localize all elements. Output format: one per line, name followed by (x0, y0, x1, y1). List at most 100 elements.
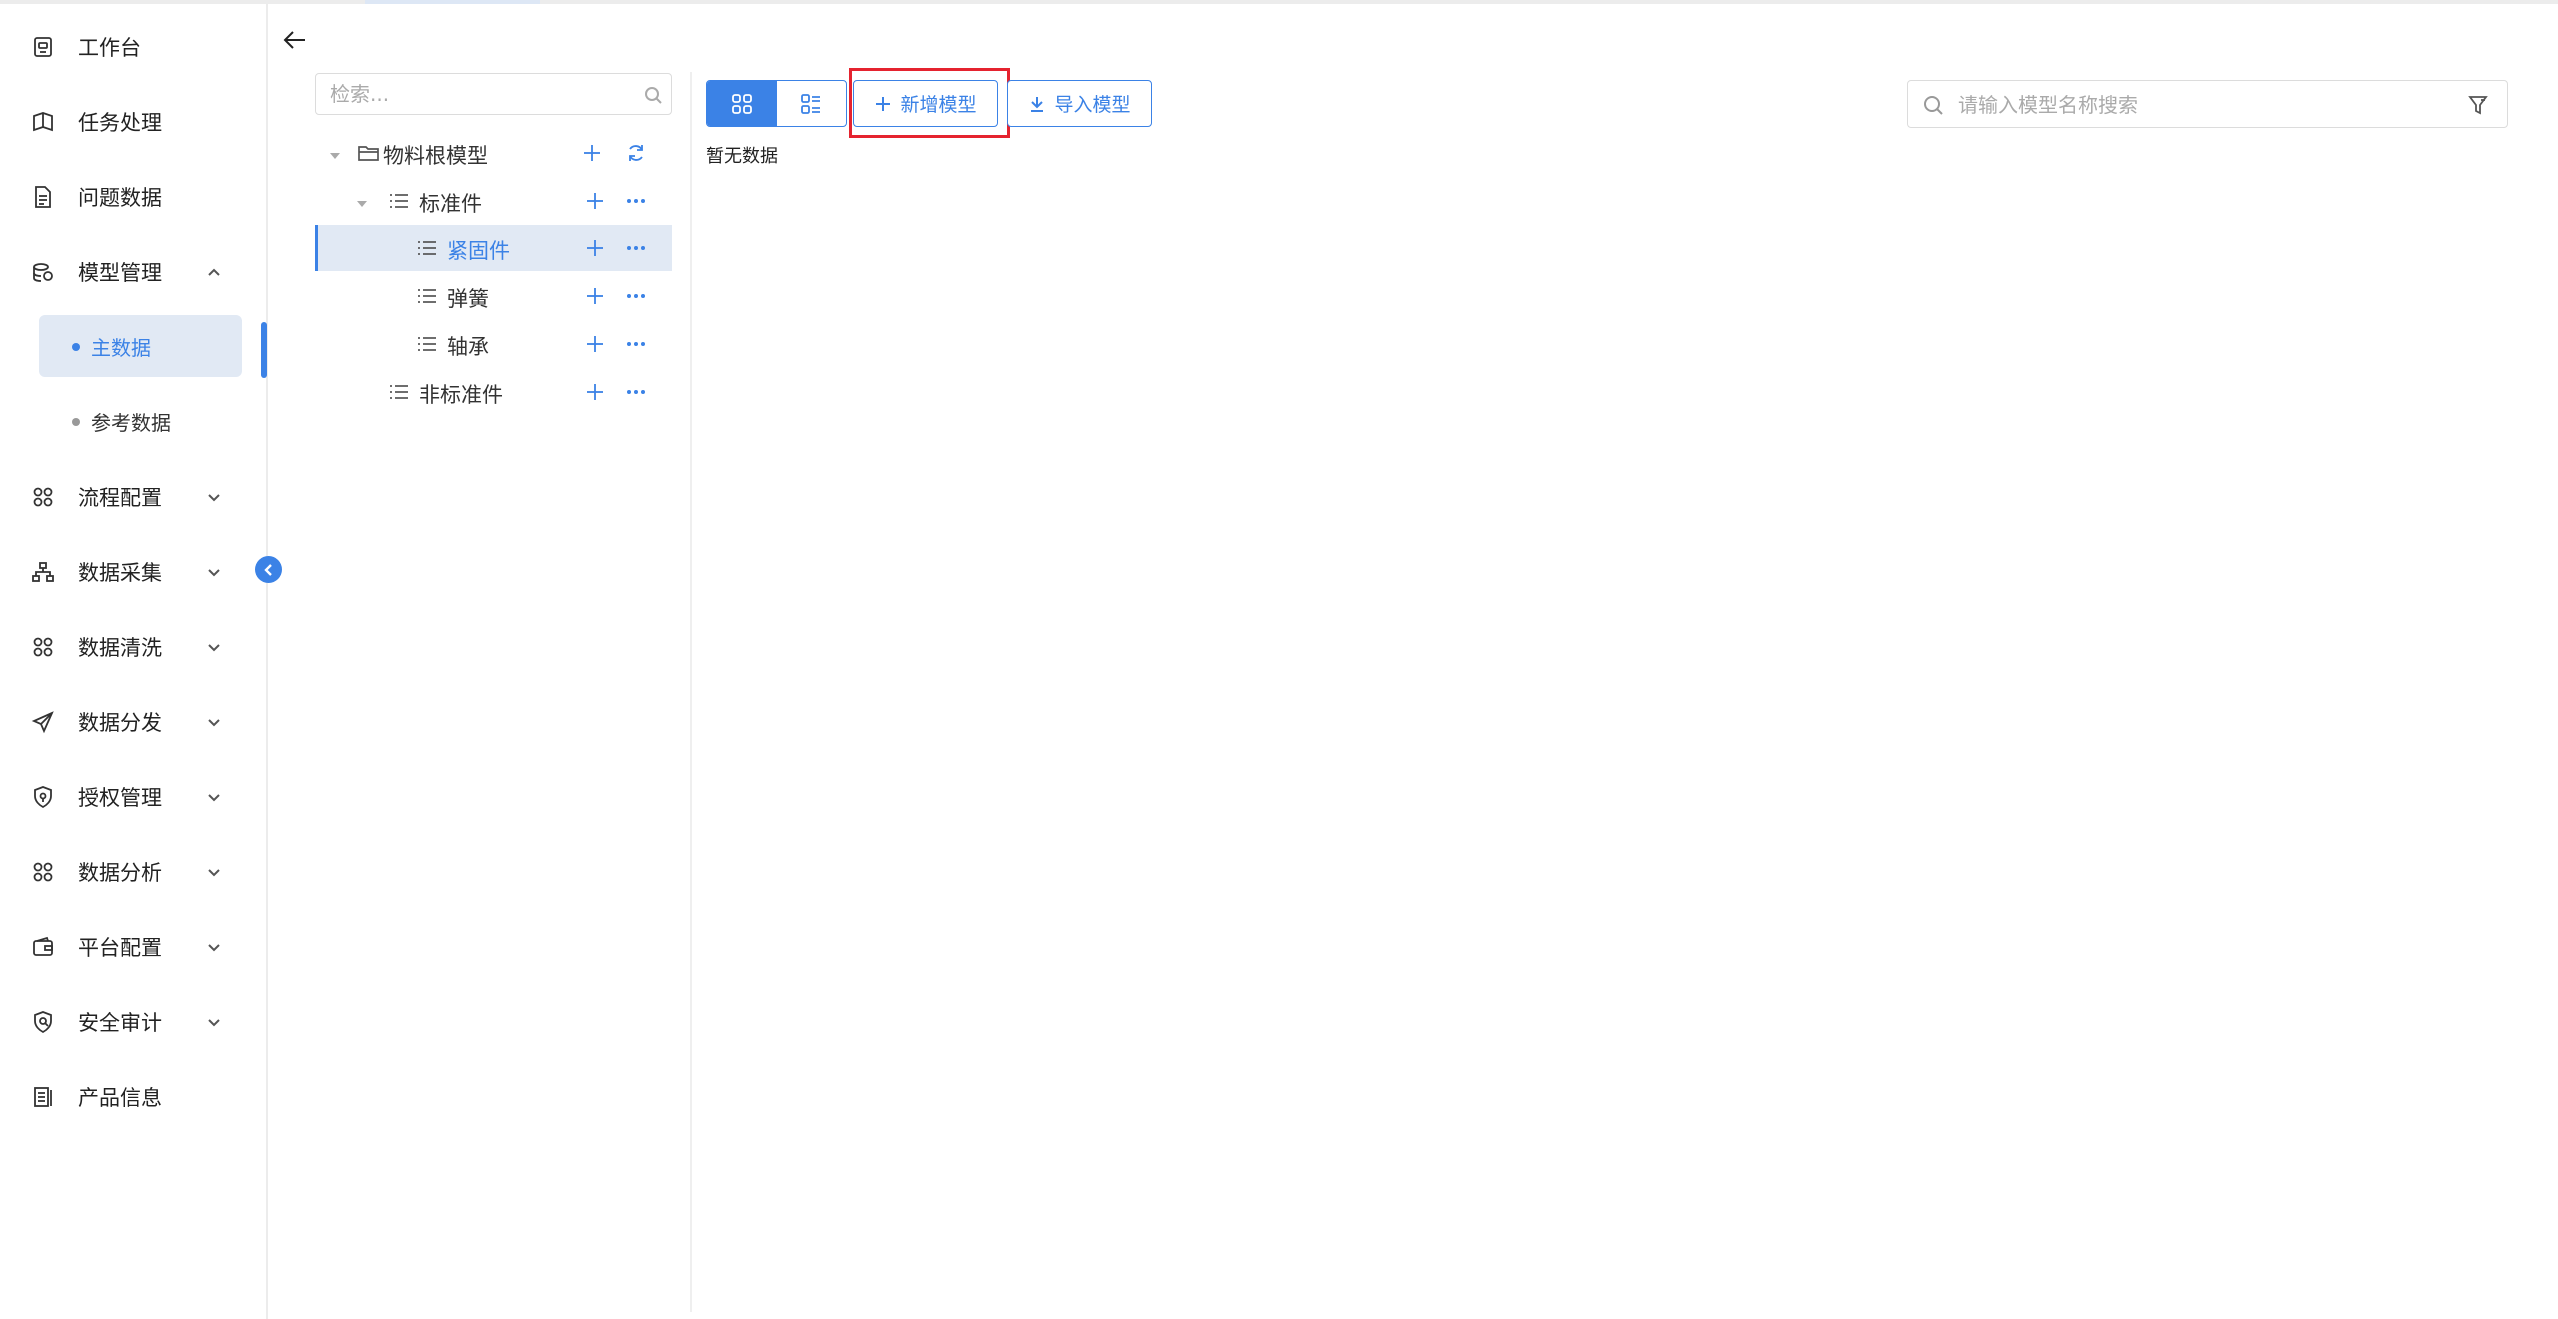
sidebar: 工作台 任务处理 问题数据 模型管理 主数据 参考数据 流程配置 数据采集 数据… (0, 4, 268, 1319)
sidebar-item-label: 流程配置 (78, 486, 162, 510)
bullet-dot (72, 343, 80, 351)
more-icon[interactable] (624, 332, 648, 356)
add-model-label: 新增模型 (900, 94, 977, 116)
apps-icon (30, 634, 56, 660)
apps-icon (30, 859, 56, 885)
model-search-box (1907, 80, 2508, 128)
add-icon[interactable] (580, 141, 604, 165)
tree-node-label: 物料根模型 (383, 144, 488, 168)
list-icon (415, 284, 439, 308)
more-icon[interactable] (624, 236, 648, 260)
tree-node-bearings[interactable]: 轴承 (315, 321, 672, 367)
caret-down-icon[interactable] (329, 147, 341, 159)
sidebar-item-product-info[interactable]: 产品信息 (0, 1067, 266, 1127)
refresh-icon[interactable] (624, 141, 648, 165)
grid-view-icon (731, 93, 752, 114)
add-icon[interactable] (583, 189, 607, 213)
sidebar-item-label: 产品信息 (78, 1086, 162, 1110)
tree-search-input[interactable] (330, 80, 630, 108)
more-icon[interactable] (624, 284, 648, 308)
database-icon (30, 259, 56, 285)
chevron-down-icon (206, 864, 222, 880)
top-border (0, 0, 2558, 4)
panel-divider (690, 72, 692, 1312)
add-icon[interactable] (583, 236, 607, 260)
caret-down-icon[interactable] (356, 195, 368, 207)
add-icon[interactable] (583, 380, 607, 404)
sidebar-item-process-config[interactable]: 流程配置 (0, 467, 266, 527)
sidebar-item-issue-data[interactable]: 问题数据 (0, 167, 266, 227)
list-icon (415, 332, 439, 356)
import-model-button[interactable]: 导入模型 (1007, 80, 1152, 127)
shield-icon (30, 784, 56, 810)
sidebar-item-data-collection[interactable]: 数据采集 (0, 542, 266, 602)
task-icon (30, 109, 56, 135)
chevron-down-icon (206, 939, 222, 955)
chevron-down-icon (206, 714, 222, 730)
tree-node-root[interactable]: 物料根模型 (315, 130, 672, 176)
sidebar-subitem-label: 参考数据 (91, 411, 171, 435)
sidebar-item-label: 平台配置 (78, 936, 162, 960)
top-tab-indicator (365, 0, 540, 4)
search-icon (1922, 94, 1944, 116)
plus-icon (876, 96, 891, 111)
more-icon[interactable] (624, 380, 648, 404)
back-button[interactable] (281, 26, 309, 54)
download-icon (1031, 96, 1044, 112)
sidebar-subitem-master-data[interactable]: 主数据 (39, 315, 242, 377)
send-icon (30, 709, 56, 735)
sidebar-item-security-audit[interactable]: 安全审计 (0, 992, 266, 1052)
sidebar-item-label: 工作台 (78, 36, 141, 60)
sidebar-item-workbench[interactable]: 工作台 (0, 17, 266, 77)
chevron-down-icon (206, 639, 222, 655)
model-search-input[interactable] (1958, 90, 2438, 120)
bullet-dot (72, 418, 80, 426)
list-icon (387, 189, 411, 213)
sidebar-item-model-management[interactable]: 模型管理 (0, 242, 266, 302)
sidebar-item-label: 数据分析 (78, 861, 162, 885)
sidebar-item-data-cleaning[interactable]: 数据清洗 (0, 617, 266, 677)
empty-state-text: 暂无数据 (706, 146, 778, 167)
info-doc-icon (30, 1084, 56, 1110)
tree-node-label: 非标准件 (419, 383, 503, 407)
audit-icon (30, 1009, 56, 1035)
sidebar-item-platform-config[interactable]: 平台配置 (0, 917, 266, 977)
tree-node-non-standard-parts[interactable]: 非标准件 (315, 369, 672, 415)
chevron-down-icon (206, 564, 222, 580)
sidebar-item-label: 模型管理 (78, 261, 162, 285)
sidebar-item-label: 数据分发 (78, 711, 162, 735)
chevron-up-icon (206, 264, 222, 280)
workbench-icon (30, 34, 56, 60)
filter-icon[interactable] (2467, 94, 2489, 116)
tree-node-springs[interactable]: 弹簧 (315, 273, 672, 319)
arrow-left-icon (283, 31, 305, 49)
sidebar-item-data-distribution[interactable]: 数据分发 (0, 692, 266, 752)
org-chart-icon (30, 559, 56, 585)
card-view-button[interactable] (707, 81, 777, 126)
import-model-label: 导入模型 (1054, 94, 1131, 116)
sidebar-item-authorization[interactable]: 授权管理 (0, 767, 266, 827)
sidebar-subitem-reference-data[interactable]: 参考数据 (39, 390, 242, 452)
wallet-icon (30, 934, 56, 960)
add-icon[interactable] (583, 332, 607, 356)
sidebar-item-label: 安全审计 (78, 1011, 162, 1035)
tree-node-label: 弹簧 (447, 287, 489, 311)
tree-node-standard-parts[interactable]: 标准件 (315, 178, 672, 224)
sidebar-item-data-analysis[interactable]: 数据分析 (0, 842, 266, 902)
folder-icon (357, 141, 381, 165)
chevron-down-icon (206, 1014, 222, 1030)
add-icon[interactable] (583, 284, 607, 308)
sidebar-item-label: 数据采集 (78, 561, 162, 585)
sidebar-collapse-button[interactable] (255, 556, 282, 583)
chevron-down-icon (206, 489, 222, 505)
tree-node-fasteners[interactable]: 紧固件 (315, 225, 672, 271)
add-model-button[interactable]: 新增模型 (853, 80, 998, 127)
tree-node-label: 标准件 (419, 192, 482, 216)
tree-node-label: 轴承 (447, 335, 489, 359)
search-icon[interactable] (643, 85, 663, 105)
list-view-button[interactable] (777, 81, 847, 126)
sidebar-item-tasks[interactable]: 任务处理 (0, 92, 266, 152)
sidebar-item-label: 问题数据 (78, 186, 162, 210)
tree-search-box (315, 73, 672, 115)
more-icon[interactable] (624, 189, 648, 213)
